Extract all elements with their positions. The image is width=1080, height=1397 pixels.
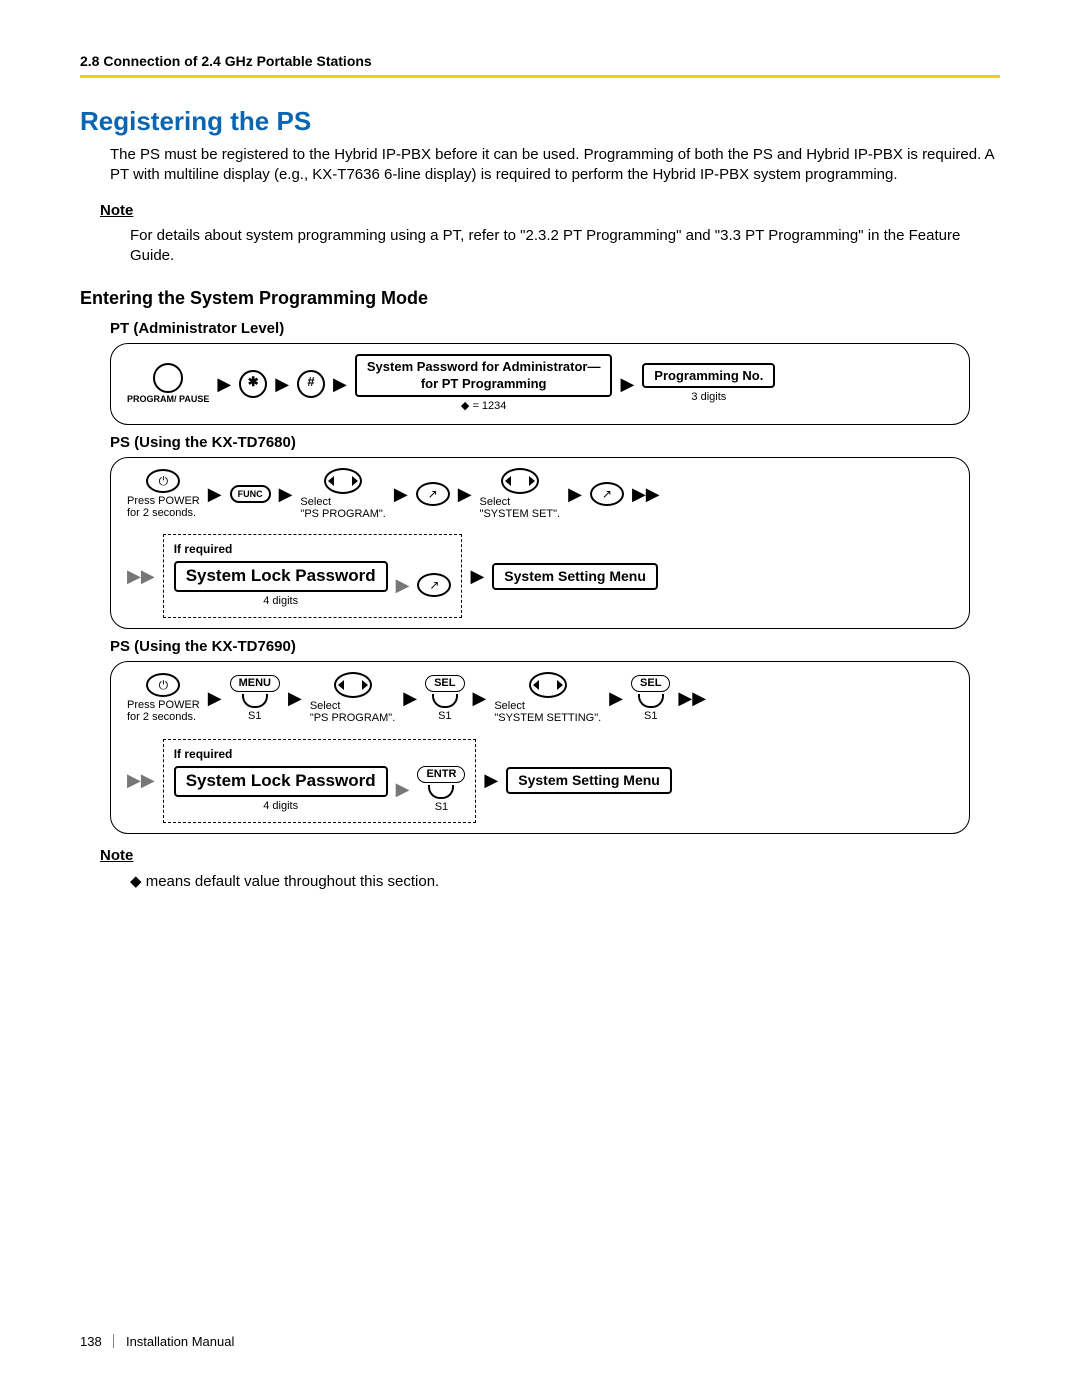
arrow-icon: ▶	[396, 777, 410, 801]
program-pause-caption: PROGRAM/ PAUSE	[127, 395, 209, 405]
s1-caption: S1	[248, 710, 261, 722]
pt-admin-flow: PROGRAM/ PAUSE ▶ ✱ ▶ # ▶ System Password…	[110, 343, 970, 425]
intro-paragraph: The PS must be registered to the Hybrid …	[110, 145, 1000, 186]
talk-key-icon: ↗	[417, 573, 451, 597]
footer: 138 Installation Manual	[80, 1333, 234, 1351]
program-pause-key-icon	[153, 363, 183, 393]
sel-softkey-icon: SEL	[631, 675, 670, 708]
select-psprogram-caption: Select "PS PROGRAM".	[310, 700, 395, 724]
ps7690-label: PS (Using the KX-TD7690)	[110, 637, 1000, 657]
system-setting-menu-box: System Setting Menu	[506, 767, 672, 794]
talk-key-icon: ↗	[590, 482, 624, 506]
arrow-icon: ▶	[484, 768, 498, 792]
power-caption: Press POWER for 2 seconds.	[127, 495, 200, 519]
s1-caption: S1	[438, 710, 451, 722]
arrow-icon: ▶	[208, 482, 222, 506]
arrow-icon: ▶	[403, 686, 417, 710]
arrow-icon: ▶	[470, 564, 484, 588]
digits-note: 3 digits	[691, 390, 726, 405]
arrow-icon: ▶	[620, 372, 634, 396]
system-setting-menu-box: System Setting Menu	[492, 563, 658, 590]
arrow-icon: ▶	[333, 372, 347, 396]
arrow-icon: ▶▶	[632, 482, 660, 506]
subsection-title: Entering the System Programming Mode	[80, 286, 1000, 310]
sys-password-box: System Password for Administrator— for P…	[355, 354, 613, 397]
s1-caption: S1	[644, 710, 657, 722]
note-text-1: For details about system programming usi…	[130, 226, 1000, 267]
talk-key-icon: ↗	[416, 482, 450, 506]
arrow-icon: ▶	[609, 686, 623, 710]
arrow-icon: ▶	[568, 482, 582, 506]
header-rule	[80, 75, 1000, 78]
note-text-2: ◆ means default value throughout this se…	[130, 872, 1000, 892]
power-key-icon: ⏻	[146, 673, 180, 697]
arrow-icon: ▶	[275, 372, 289, 396]
ps7690-flow: ⏻ Press POWER for 2 seconds. ▶ MENU S1 ▶…	[110, 661, 970, 833]
arrow-icon: ▶▶	[678, 686, 706, 710]
arrow-icon: ▶	[396, 573, 410, 597]
select-psprogram-caption: Select "PS PROGRAM".	[300, 496, 385, 520]
system-lock-password-box: System Lock Password	[174, 561, 388, 592]
arrow-cont-icon: ▶▶	[127, 564, 155, 588]
four-digits-note: 4 digits	[263, 594, 298, 609]
hash-key-icon: #	[297, 370, 325, 398]
if-required-label: If required	[174, 541, 452, 557]
s1-caption: S1	[435, 801, 448, 813]
if-required-group: If required System Lock Password 4 digit…	[163, 739, 477, 823]
arrow-icon: ▶	[394, 482, 408, 506]
four-digits-note: 4 digits	[263, 799, 298, 814]
power-caption: Press POWER for 2 seconds.	[127, 699, 200, 723]
sel-softkey-icon: SEL	[425, 675, 464, 708]
arrow-icon: ▶	[217, 372, 231, 396]
running-header: 2.8 Connection of 2.4 GHz Portable Stati…	[80, 52, 1000, 71]
nav-key-icon	[501, 468, 539, 494]
arrow-icon: ▶	[208, 686, 222, 710]
arrow-icon: ▶	[288, 686, 302, 710]
ps7680-label: PS (Using the KX-TD7680)	[110, 433, 1000, 453]
pt-admin-label: PT (Administrator Level)	[110, 319, 1000, 339]
select-systemset-caption: Select "SYSTEM SET".	[480, 496, 561, 520]
footer-doc-title: Installation Manual	[126, 1334, 234, 1349]
page-number: 138	[80, 1334, 102, 1349]
default-value-note: ◆ = 1234	[461, 399, 506, 414]
select-systemsetting-caption: Select "SYSTEM SETTING".	[494, 700, 601, 724]
arrow-icon: ▶	[458, 482, 472, 506]
programming-no-box: Programming No.	[642, 363, 775, 389]
if-required-label: If required	[174, 746, 466, 762]
nav-key-icon	[334, 672, 372, 698]
nav-key-icon	[324, 468, 362, 494]
note-label-2: Note	[100, 846, 1000, 866]
if-required-group: If required System Lock Password 4 digit…	[163, 534, 463, 618]
note-label-1: Note	[100, 201, 1000, 221]
ps7680-flow: ⏻ Press POWER for 2 seconds. ▶ FUNC ▶ Se…	[110, 457, 970, 629]
system-lock-password-box: System Lock Password	[174, 766, 388, 797]
func-key-icon: FUNC	[230, 485, 271, 503]
arrow-icon: ▶	[473, 686, 487, 710]
nav-key-icon	[529, 672, 567, 698]
entr-softkey-icon: ENTR	[417, 766, 465, 799]
arrow-cont-icon: ▶▶	[127, 768, 155, 792]
star-key-icon: ✱	[239, 370, 267, 398]
section-title: Registering the PS	[80, 104, 1000, 139]
power-key-icon: ⏻	[146, 469, 180, 493]
menu-softkey-icon: MENU	[230, 675, 280, 708]
arrow-icon: ▶	[279, 482, 293, 506]
